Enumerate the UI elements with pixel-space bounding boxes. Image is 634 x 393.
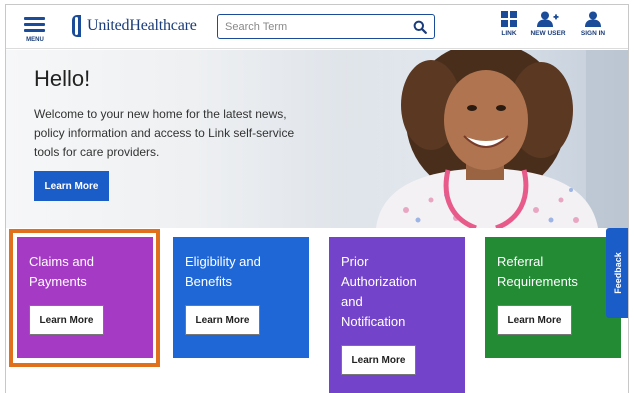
card-prior-authorization[interactable]: Prior Authorization and Notification Lea… — [329, 237, 465, 393]
card-title: Referral Requirements — [497, 252, 621, 292]
new-user-button[interactable]: NEW USER — [528, 11, 568, 45]
logo-mark-icon — [72, 15, 81, 37]
link-button[interactable]: LINK — [496, 11, 522, 45]
menu-label: MENU — [26, 37, 44, 43]
user-icon — [585, 11, 601, 27]
sign-in-button[interactable]: SIGN IN — [577, 11, 609, 45]
hero-banner: Hello! Welcome to your new home for the … — [6, 50, 628, 228]
referral-learn-more-button[interactable]: Learn More — [497, 305, 572, 335]
hamburger-icon — [24, 17, 45, 20]
hero-title: Hello! — [34, 66, 91, 91]
add-user-icon — [537, 11, 559, 27]
card-title-line: Referral — [497, 254, 544, 269]
hamburger-icon-bar — [24, 23, 45, 26]
card-title: Prior Authorization and Notification — [341, 252, 465, 332]
card-title-line: Benefits — [185, 274, 232, 289]
eligibility-learn-more-button[interactable]: Learn More — [185, 305, 260, 335]
browser-viewport: MENU UnitedHealthcare LINK — [5, 4, 629, 393]
card-title-line: Notification — [341, 314, 406, 329]
search-box — [217, 14, 435, 39]
hamburger-icon-bar — [24, 29, 45, 32]
card-eligibility-and-benefits[interactable]: Eligibility and Benefits Learn More — [173, 237, 309, 358]
unitedhealthcare-logo[interactable]: UnitedHealthcare — [72, 11, 197, 41]
search-input[interactable] — [225, 19, 395, 35]
feedback-tab[interactable]: Feedback — [606, 228, 628, 318]
link-label: LINK — [501, 30, 517, 37]
card-title-line: and — [341, 294, 363, 309]
hero-description: Welcome to your new home for the latest … — [34, 107, 295, 159]
highlight-box — [9, 229, 160, 367]
hero-learn-more-button[interactable]: Learn More — [34, 171, 109, 201]
sign-in-label: SIGN IN — [580, 30, 606, 37]
card-title-line: Prior — [341, 254, 369, 269]
menu-button[interactable]: MENU — [20, 13, 50, 43]
card-referral-requirements[interactable]: Referral Requirements Learn More — [485, 237, 621, 358]
card-title-line: Eligibility and — [185, 254, 261, 269]
card-title: Eligibility and Benefits — [185, 252, 309, 292]
card-title-line: Requirements — [497, 274, 578, 289]
logo-text: UnitedHealthcare — [87, 17, 197, 34]
search-icon[interactable] — [413, 20, 427, 34]
new-user-label: NEW USER — [530, 30, 566, 37]
hero-photo-nurse — [336, 50, 628, 228]
grid-icon — [501, 11, 517, 27]
feedback-label: Feedback — [613, 252, 623, 294]
site-header: MENU UnitedHealthcare LINK — [6, 5, 628, 49]
card-title-line: Authorization — [341, 274, 417, 289]
prior-auth-learn-more-button[interactable]: Learn More — [341, 345, 416, 375]
